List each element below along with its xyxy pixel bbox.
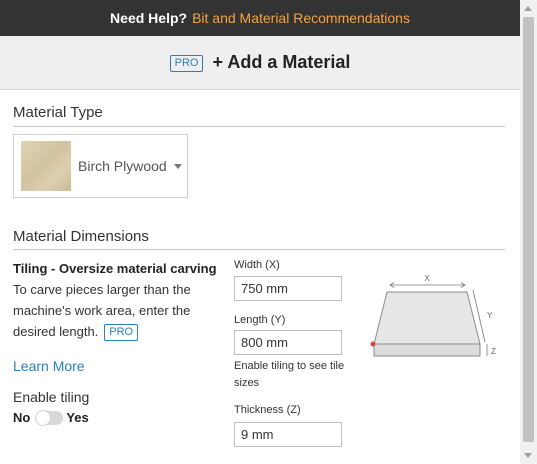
material-type-select[interactable]: Birch Plywood — [13, 134, 188, 198]
enable-tiling-label: Enable tiling — [13, 389, 90, 405]
length-input[interactable] — [234, 330, 342, 355]
origin-dot-icon — [370, 341, 376, 347]
tiling-toggle-row: No Yes — [13, 409, 89, 426]
pro-badge: PRO — [169, 55, 204, 72]
tiling-pro-badge: PRO — [104, 324, 139, 341]
help-bar: Need Help? Bit and Material Recommendati… — [0, 0, 520, 36]
material-type-divider — [13, 126, 505, 127]
page-header: PRO + Add a Material — [0, 36, 520, 90]
toggle-knob — [35, 409, 52, 426]
scroll-down-arrow-icon[interactable] — [524, 453, 532, 458]
thickness-input[interactable] — [234, 422, 342, 447]
tiling-description: To carve pieces larger than the machine'… — [13, 279, 228, 342]
recommendations-link[interactable]: Bit and Material Recommendations — [192, 10, 410, 26]
learn-more-link[interactable]: Learn More — [13, 358, 85, 374]
help-label: Need Help? — [110, 10, 188, 26]
page-title: + Add a Material — [212, 52, 351, 72]
material-type-heading: Material Type — [13, 104, 103, 121]
toggle-yes-label: Yes — [66, 410, 89, 425]
width-input[interactable] — [234, 276, 342, 301]
width-label: Width (X) — [234, 259, 280, 271]
material-dimensions-diagram: X Y Z — [370, 274, 496, 357]
scroll-up-arrow-icon[interactable] — [524, 6, 532, 11]
chevron-down-icon — [173, 163, 182, 169]
z-axis-label: Z — [491, 347, 496, 356]
toggle-no-label: No — [13, 410, 31, 425]
material-dimensions-heading: Material Dimensions — [13, 228, 149, 245]
tiling-description-text: To carve pieces larger than the machine'… — [13, 282, 191, 339]
x-axis-label: X — [424, 274, 430, 283]
tiling-title: Tiling - Oversize material carving — [13, 261, 217, 276]
enable-tiling-toggle[interactable] — [35, 409, 64, 426]
material-top-face — [373, 291, 481, 345]
material-front-face — [373, 343, 481, 357]
material-dimensions-divider — [13, 249, 505, 250]
y-axis-label: Y — [487, 311, 493, 320]
material-selected-value: Birch Plywood — [78, 158, 167, 174]
vertical-scrollbar[interactable] — [520, 0, 537, 464]
length-label: Length (Y) — [234, 314, 286, 326]
thickness-label: Thickness (Z) — [234, 404, 301, 416]
tiling-note: Enable tiling to see tile sizes — [234, 360, 345, 389]
scrollbar-thumb[interactable] — [523, 17, 534, 442]
material-swatch — [21, 141, 71, 191]
